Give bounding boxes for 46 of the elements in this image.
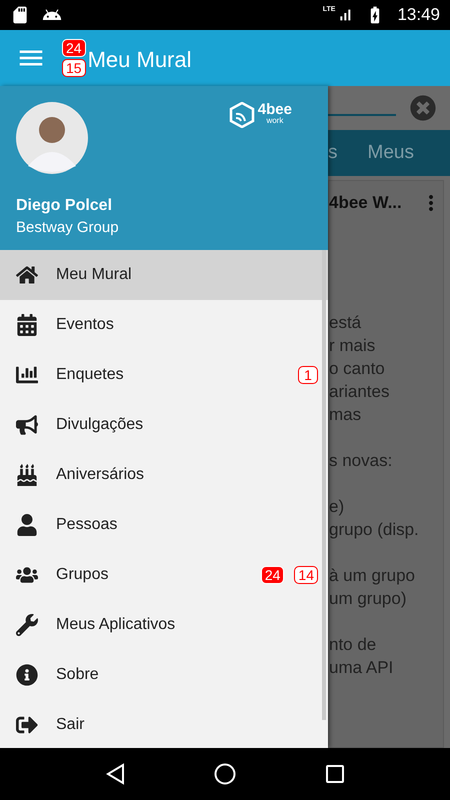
logo-icon — [228, 102, 255, 128]
post-title: 4bee W... — [329, 193, 402, 213]
post-text: à um grupo — [329, 565, 416, 587]
post-text: uma API — [329, 657, 394, 679]
menu-item[interactable]: Grupos 24 14 — [0, 550, 328, 600]
menu-item[interactable]: Sair — [0, 700, 328, 748]
menu-item[interactable]: Meu Mural — [0, 250, 328, 300]
post-text: um grupo) — [329, 588, 408, 610]
post-text: grupo (disp. — [329, 519, 420, 541]
count-badge: 1 — [298, 366, 318, 384]
menu-item[interactable]: Eventos — [0, 300, 328, 350]
info-icon — [14, 664, 40, 686]
home-icon[interactable] — [214, 763, 236, 785]
screen-title: Meu Mural — [88, 47, 192, 73]
post-text: s novas: — [329, 450, 394, 472]
exit-icon — [14, 714, 40, 736]
clock: 13:49 — [397, 5, 440, 25]
house-icon — [14, 264, 40, 286]
wrench-icon — [14, 614, 40, 636]
count-badge: 24 — [62, 39, 86, 57]
logo-brand: 4bee — [258, 102, 292, 117]
menu-item[interactable]: Sobre — [0, 650, 328, 700]
user-name: Diego Polcel — [16, 197, 114, 215]
post-text: nto de — [329, 634, 378, 656]
recents-icon[interactable] — [325, 764, 346, 784]
count-badge: 15 — [62, 59, 86, 77]
menu-item[interactable]: Meus Aplicativos — [0, 600, 328, 650]
logo-subtitle: work — [266, 117, 284, 125]
menu-item[interactable]: Divulgações — [0, 400, 328, 450]
post-text: ariantes — [329, 381, 390, 403]
menu-item[interactable]: Enquetes 1 — [0, 350, 328, 400]
avatar — [16, 102, 88, 174]
megaphone-icon — [14, 414, 40, 436]
count-badge: 24 — [260, 566, 284, 584]
post-text: o canto — [329, 358, 386, 380]
menu-item[interactable]: Aniversários — [0, 450, 328, 500]
count-badge: 14 — [294, 566, 318, 584]
user-company: Bestway Group — [16, 219, 120, 236]
post-text: está — [329, 312, 362, 334]
back-icon[interactable] — [104, 763, 125, 785]
post-text: e) — [329, 496, 346, 518]
post-text: r mais — [329, 335, 376, 357]
close-icon[interactable] — [410, 95, 436, 121]
menu-item[interactable]: Pessoas — [0, 500, 328, 550]
post-text: mas — [329, 404, 362, 426]
bar-chart-icon — [14, 364, 40, 386]
